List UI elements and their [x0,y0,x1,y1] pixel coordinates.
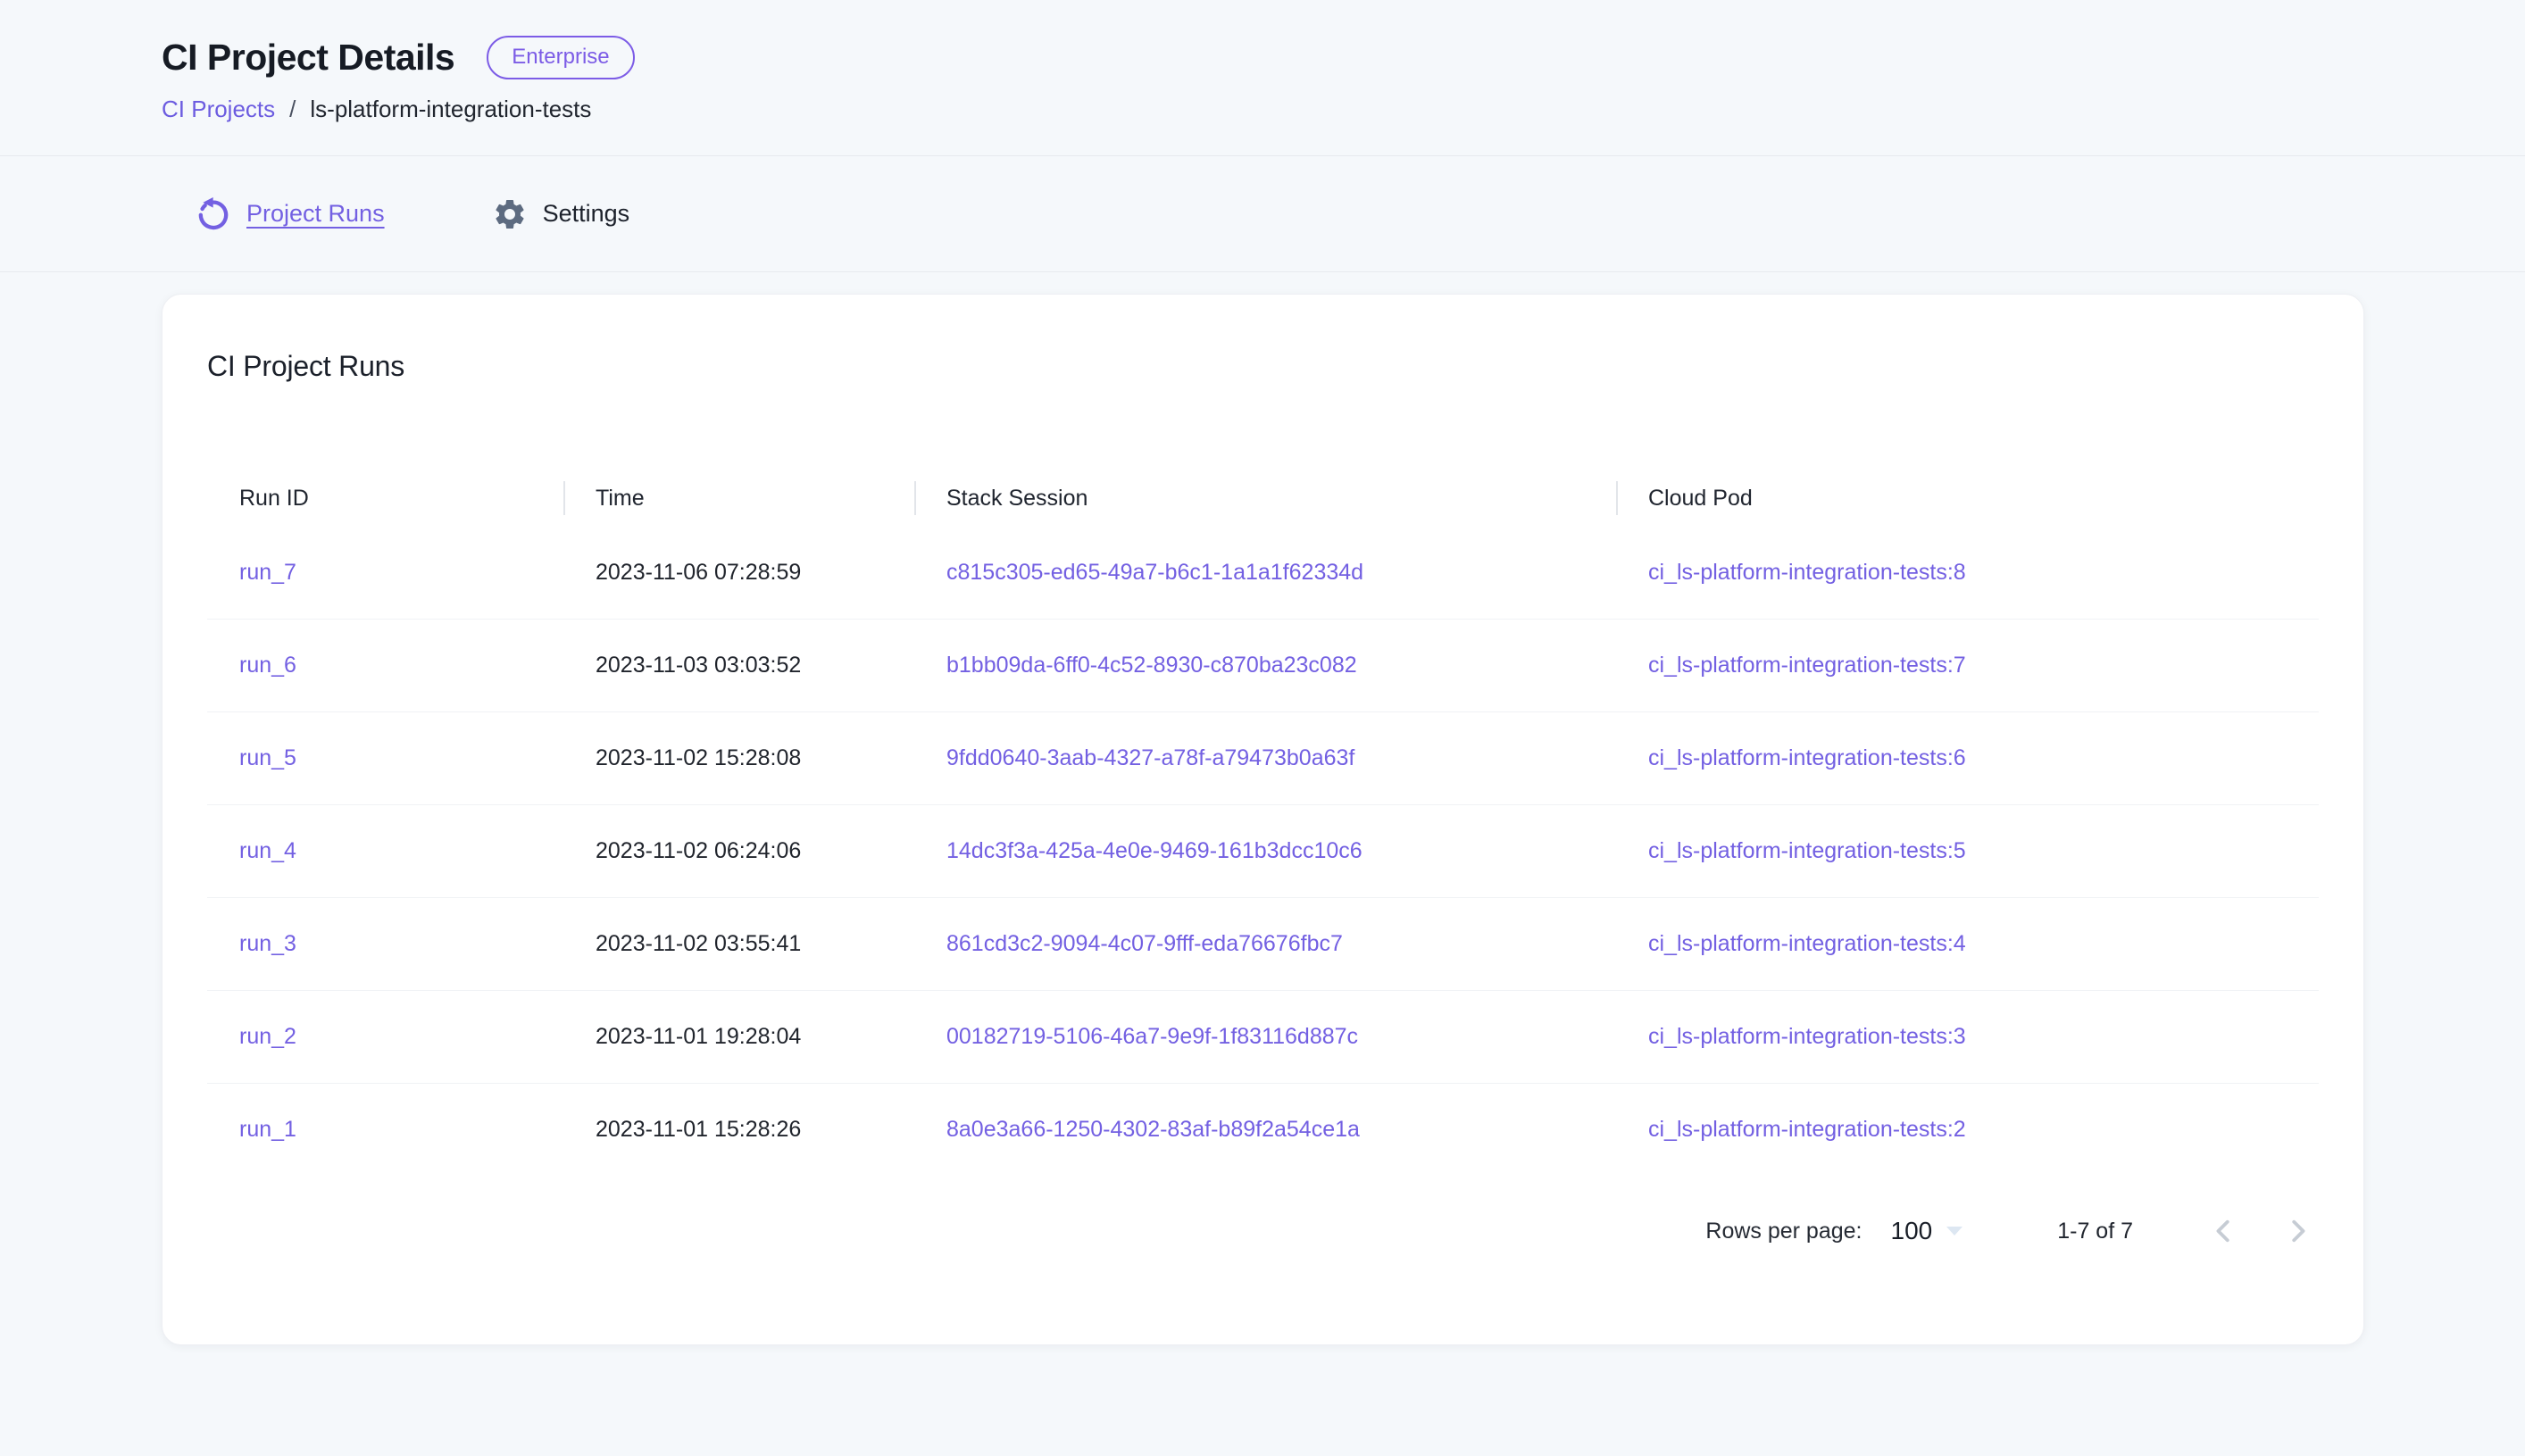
tab-project-runs-label: Project Runs [246,200,385,228]
cloud-pod-link[interactable]: ci_ls-platform-integration-tests:5 [1648,838,1966,863]
stack-session-cell: 14dc3f3a-425a-4e0e-9469-161b3dcc10c6 [914,838,1616,864]
ci-project-runs-card: CI Project Runs Run ID Time Stack Sessio… [162,294,2364,1345]
table-row: run_3 2023-11-02 03:55:41 861cd3c2-9094-… [207,897,2319,990]
stack-session-link[interactable]: c815c305-ed65-49a7-b6c1-1a1a1f62334d [946,560,1363,585]
time-cell: 2023-11-02 06:24:06 [563,838,914,864]
column-header-time: Time [563,470,914,526]
time-cell: 2023-11-01 15:28:26 [563,1117,914,1143]
run-id-link[interactable]: run_3 [239,931,296,956]
cloud-pod-link[interactable]: ci_ls-platform-integration-tests:6 [1648,745,1966,770]
table-row: run_5 2023-11-02 15:28:08 9fdd0640-3aab-… [207,711,2319,804]
stack-session-link[interactable]: 14dc3f3a-425a-4e0e-9469-161b3dcc10c6 [946,838,1362,863]
main-content: CI Project Runs Run ID Time Stack Sessio… [0,272,2525,1345]
page-title: CI Project Details [162,37,454,79]
run-id-link[interactable]: run_7 [239,560,296,585]
time-cell: 2023-11-02 03:55:41 [563,931,914,957]
run-id-link[interactable]: run_5 [239,745,296,770]
time-cell: 2023-11-06 07:28:59 [563,560,914,586]
table-row: run_2 2023-11-01 19:28:04 00182719-5106-… [207,990,2319,1083]
column-header-stack-session: Stack Session [914,470,1616,526]
cloud-pod-cell: ci_ls-platform-integration-tests:8 [1616,560,2319,586]
cloud-pod-link[interactable]: ci_ls-platform-integration-tests:4 [1648,931,1966,956]
chevron-left-icon [2206,1214,2240,1248]
table-row: run_7 2023-11-06 07:28:59 c815c305-ed65-… [207,526,2319,619]
time-cell: 2023-11-01 19:28:04 [563,1024,914,1050]
pagination-range: 1-7 of 7 [2057,1219,2133,1244]
pagination: Rows per page: 100 1-7 of 7 [207,1192,2319,1270]
cloud-pod-link[interactable]: ci_ls-platform-integration-tests:3 [1648,1024,1966,1049]
stack-session-cell: 00182719-5106-46a7-9e9f-1f83116d887c [914,1024,1616,1050]
cloud-pod-cell: ci_ls-platform-integration-tests:5 [1616,838,2319,864]
run-id-cell: run_1 [207,1117,563,1143]
breadcrumb-current: ls-platform-integration-tests [310,96,591,123]
next-page-button[interactable] [2278,1211,2319,1252]
breadcrumb-link-ci-projects[interactable]: CI Projects [162,96,275,123]
stack-session-cell: 9fdd0640-3aab-4327-a78f-a79473b0a63f [914,745,1616,771]
page: CI Project Details Enterprise CI Project… [0,0,2525,1456]
table-row: run_6 2023-11-03 03:03:52 b1bb09da-6ff0-… [207,619,2319,711]
stack-session-cell: 861cd3c2-9094-4c07-9fff-eda76676fbc7 [914,931,1616,957]
cloud-pod-link[interactable]: ci_ls-platform-integration-tests:7 [1648,653,1966,678]
time-cell: 2023-11-02 15:28:08 [563,745,914,771]
breadcrumb: CI Projects / ls-platform-integration-te… [162,96,2525,123]
run-id-cell: run_3 [207,931,563,957]
gear-icon [492,196,528,232]
rows-per-page-select[interactable]: 100 [1891,1217,1965,1245]
column-header-cloud-pod: Cloud Pod [1616,470,2319,526]
cloud-pod-cell: ci_ls-platform-integration-tests:3 [1616,1024,2319,1050]
history-icon [196,196,231,232]
table-row: run_1 2023-11-01 15:28:26 8a0e3a66-1250-… [207,1083,2319,1176]
stack-session-link[interactable]: 9fdd0640-3aab-4327-a78f-a79473b0a63f [946,745,1354,770]
stack-session-link[interactable]: 8a0e3a66-1250-4302-83af-b89f2a54ce1a [946,1117,1360,1142]
cloud-pod-cell: ci_ls-platform-integration-tests:6 [1616,745,2319,771]
cloud-pod-cell: ci_ls-platform-integration-tests:7 [1616,653,2319,678]
cloud-pod-link[interactable]: ci_ls-platform-integration-tests:2 [1648,1117,1966,1142]
card-title: CI Project Runs [207,350,2319,383]
run-id-link[interactable]: run_1 [239,1117,296,1142]
enterprise-badge: Enterprise [487,36,634,79]
run-id-cell: run_7 [207,560,563,586]
stack-session-link[interactable]: 861cd3c2-9094-4c07-9fff-eda76676fbc7 [946,931,1343,956]
runs-table: Run ID Time Stack Session Cloud Pod run_… [207,470,2319,1176]
stack-session-link[interactable]: 00182719-5106-46a7-9e9f-1f83116d887c [946,1024,1358,1049]
tab-settings[interactable]: Settings [492,196,630,232]
chevron-right-icon [2281,1214,2315,1248]
breadcrumb-separator: / [289,96,296,123]
time-cell: 2023-11-03 03:03:52 [563,653,914,678]
table-row: run_4 2023-11-02 06:24:06 14dc3f3a-425a-… [207,804,2319,897]
run-id-link[interactable]: run_6 [239,653,296,678]
page-header: CI Project Details Enterprise CI Project… [0,0,2525,156]
tab-bar: Project Runs Settings [0,156,2525,272]
run-id-link[interactable]: run_4 [239,838,296,863]
cloud-pod-cell: ci_ls-platform-integration-tests:4 [1616,931,2319,957]
column-header-run-id: Run ID [207,470,563,526]
stack-session-cell: 8a0e3a66-1250-4302-83af-b89f2a54ce1a [914,1117,1616,1143]
rows-per-page-label: Rows per page: [1705,1219,1862,1244]
stack-session-cell: c815c305-ed65-49a7-b6c1-1a1a1f62334d [914,560,1616,586]
rows-per-page-value: 100 [1891,1217,1933,1245]
cloud-pod-cell: ci_ls-platform-integration-tests:2 [1616,1117,2319,1143]
stack-session-cell: b1bb09da-6ff0-4c52-8930-c870ba23c082 [914,653,1616,678]
cloud-pod-link[interactable]: ci_ls-platform-integration-tests:8 [1648,560,1966,585]
run-id-cell: run_2 [207,1024,563,1050]
select-arrow-icon [1945,1225,1964,1237]
table-header-row: Run ID Time Stack Session Cloud Pod [207,470,2319,526]
tab-settings-label: Settings [543,200,630,228]
run-id-cell: run_4 [207,838,563,864]
prev-page-button[interactable] [2203,1211,2244,1252]
run-id-link[interactable]: run_2 [239,1024,296,1049]
stack-session-link[interactable]: b1bb09da-6ff0-4c52-8930-c870ba23c082 [946,653,1357,678]
run-id-cell: run_6 [207,653,563,678]
tab-project-runs[interactable]: Project Runs [196,196,385,232]
run-id-cell: run_5 [207,745,563,771]
